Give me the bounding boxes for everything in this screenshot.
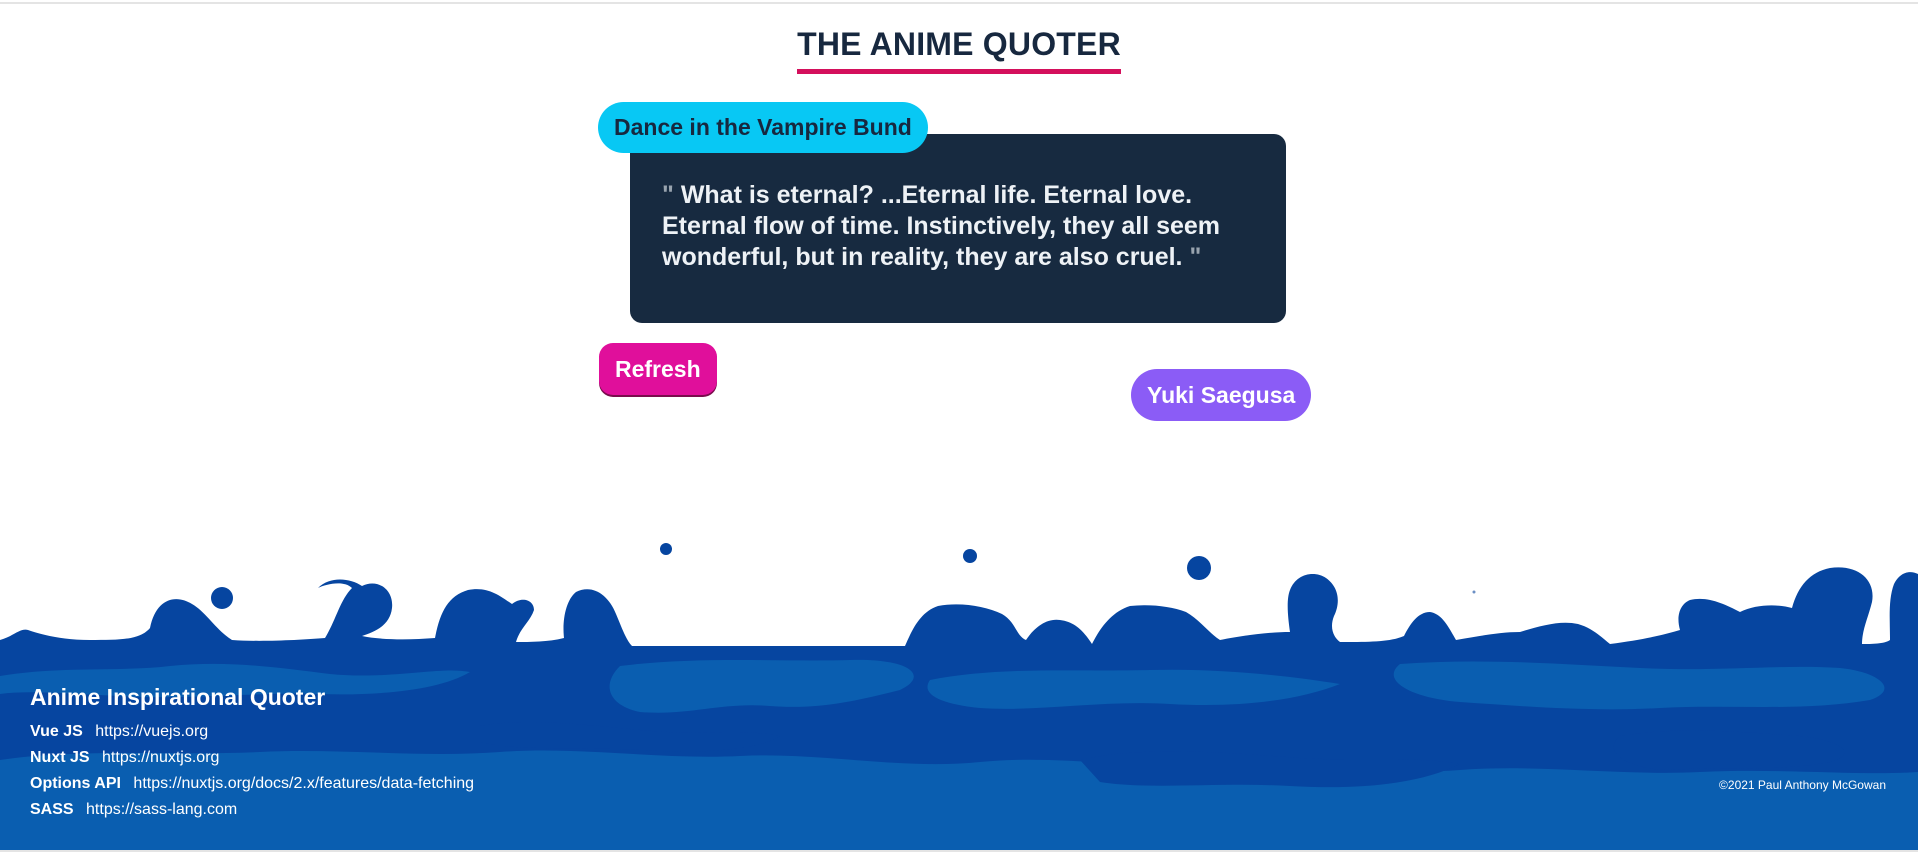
footer-link-vue[interactable]: https://vuejs.org [95, 723, 208, 740]
page: THE ANIME QUOTER " What is eternal? ...E… [0, 0, 1918, 852]
footer-link-nuxt[interactable]: https://nuxtjs.org [102, 749, 219, 766]
footer-link-sass[interactable]: https://sass-lang.com [86, 801, 237, 818]
footer-link-label: Options API [30, 775, 121, 792]
footer: Anime Inspirational Quoter Vue JS https:… [30, 683, 474, 823]
footer-link-row: Options API https://nuxtjs.org/docs/2.x/… [30, 771, 474, 797]
footer-link-row: Nuxt JS https://nuxtjs.org [30, 745, 474, 771]
footer-link-label: Vue JS [30, 723, 83, 740]
footer-link-label: SASS [30, 801, 74, 818]
footer-title: Anime Inspirational Quoter [30, 684, 326, 710]
footer-link-row: SASS https://sass-lang.com [30, 797, 474, 823]
footer-link-label: Nuxt JS [30, 749, 90, 766]
copyright-notice: ©2021 Paul Anthony McGowan [1719, 778, 1886, 792]
footer-link-row: Vue JS https://vuejs.org [30, 719, 474, 745]
footer-link-options-api[interactable]: https://nuxtjs.org/docs/2.x/features/dat… [133, 775, 474, 792]
